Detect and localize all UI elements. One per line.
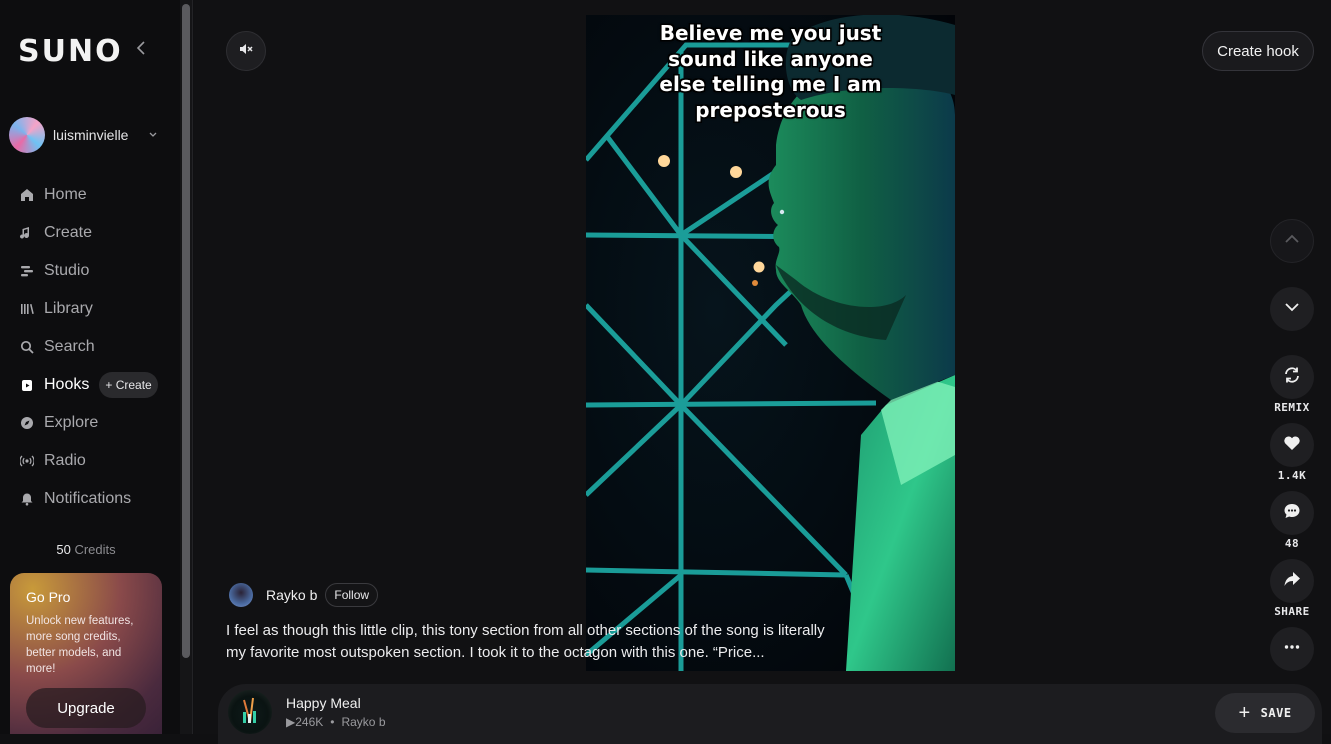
chevron-down-icon [1283, 298, 1301, 321]
author-name[interactable]: Rayko b [266, 587, 317, 603]
comment-count: 48 [1284, 537, 1300, 550]
sidebar-item-label: Library [44, 300, 93, 317]
sidebar-item-label: Create [44, 224, 93, 241]
sidebar-item-label: Notifications [44, 490, 132, 507]
play-count: 246K [295, 715, 324, 729]
sidebar-item-explore[interactable]: Explore [18, 404, 168, 442]
track-thumbnail[interactable] [228, 690, 272, 734]
like-count: 1.4K [1277, 469, 1307, 482]
muted-speaker-icon [239, 42, 253, 61]
now-playing-bar: Happy Meal ▶ 246K • Rayko b + SAVE [218, 684, 1322, 744]
credits-label: Credits [74, 542, 116, 557]
video-caption: Believe me you just sound like anyone el… [659, 21, 882, 122]
compass-icon [18, 414, 36, 432]
comment-bubble-icon [1283, 502, 1301, 525]
promo-title: Go Pro [26, 589, 71, 605]
comments-button[interactable] [1270, 491, 1314, 535]
credits-value: 50 [56, 542, 71, 557]
save-button[interactable]: + SAVE [1215, 693, 1315, 733]
chevron-up-icon [1283, 230, 1301, 253]
sidebar-item-search[interactable]: Search [18, 328, 168, 366]
play-count-icon: ▶ [286, 715, 296, 729]
library-icon [18, 300, 36, 318]
sidebar-item-radio[interactable]: Radio [18, 442, 168, 480]
sidebar-item-hooks[interactable]: Hooks + Create [18, 366, 168, 404]
studio-icon [18, 262, 36, 280]
hooks-icon [18, 376, 36, 394]
track-artwork-icon [243, 697, 256, 723]
bell-icon [18, 490, 36, 508]
user-menu[interactable]: luisminvielle [9, 116, 169, 154]
next-hook-button[interactable] [1270, 287, 1314, 331]
search-icon [18, 338, 36, 356]
author-avatar[interactable] [229, 583, 253, 607]
previous-hook-button[interactable] [1270, 219, 1314, 263]
heart-icon [1283, 434, 1301, 457]
sidebar-scrollbar-thumb[interactable] [182, 4, 190, 658]
sidebar-item-label: Radio [44, 452, 86, 469]
sidebar-item-notifications[interactable]: Notifications [18, 480, 168, 518]
share-button[interactable] [1270, 559, 1314, 603]
credits-display[interactable]: 50 Credits [0, 542, 172, 557]
sidebar-item-label: Search [44, 338, 95, 355]
username: luisminvielle [53, 127, 129, 143]
sidebar-nav: Home Create Studio Library Search Hooks … [18, 176, 168, 518]
remix-icon [1283, 366, 1301, 389]
sidebar-item-create[interactable]: Create [18, 214, 168, 252]
separator-dot: • [330, 715, 335, 729]
sidebar-item-studio[interactable]: Studio [18, 252, 168, 290]
suno-logo[interactable]: SUNO [18, 34, 123, 69]
track-title[interactable]: Happy Meal [286, 695, 361, 711]
chevron-down-icon [149, 130, 157, 141]
music-note-icon [18, 224, 36, 242]
follow-button[interactable]: Follow [325, 583, 379, 607]
track-meta: ▶ 246K • Rayko b [286, 715, 386, 729]
sidebar-item-label: Hooks [44, 376, 90, 393]
home-icon [18, 186, 36, 204]
promo-body: Unlock new features, more song credits, … [26, 615, 134, 675]
upgrade-button[interactable]: Upgrade [26, 688, 146, 728]
sidebar-item-home[interactable]: Home [18, 176, 168, 214]
sidebar: SUNO luisminvielle Home Create Studio Li… [0, 0, 180, 734]
more-options-button[interactable] [1270, 627, 1314, 671]
sidebar-item-label: Studio [44, 262, 90, 279]
go-pro-card: Go Pro Unlock new features, more song cr… [10, 573, 162, 734]
save-label: SAVE [1260, 706, 1292, 720]
create-hook-button[interactable]: Create hook [1202, 31, 1314, 71]
collapse-sidebar-icon[interactable] [136, 40, 154, 60]
like-button[interactable] [1270, 423, 1314, 467]
post-description[interactable]: I feel as though this little clip, this … [226, 620, 826, 664]
remix-button[interactable] [1270, 355, 1314, 399]
more-dots-icon [1283, 638, 1301, 661]
plus-icon: + [1238, 701, 1251, 724]
hook-video[interactable]: Believe me you just sound like anyone el… [586, 15, 955, 671]
share-label: SHARE [1274, 605, 1310, 618]
sidebar-item-label: Home [44, 186, 87, 203]
mute-button[interactable] [226, 31, 266, 71]
avatar [9, 117, 45, 153]
sidebar-item-library[interactable]: Library [18, 290, 168, 328]
share-arrow-icon [1283, 570, 1301, 593]
radio-icon [18, 452, 36, 470]
hooks-create-button[interactable]: + Create [99, 372, 158, 398]
sidebar-item-label: Explore [44, 414, 99, 431]
post-author: Rayko b Follow [229, 582, 379, 608]
track-artist[interactable]: Rayko b [341, 715, 385, 729]
remix-label: REMIX [1274, 401, 1310, 414]
